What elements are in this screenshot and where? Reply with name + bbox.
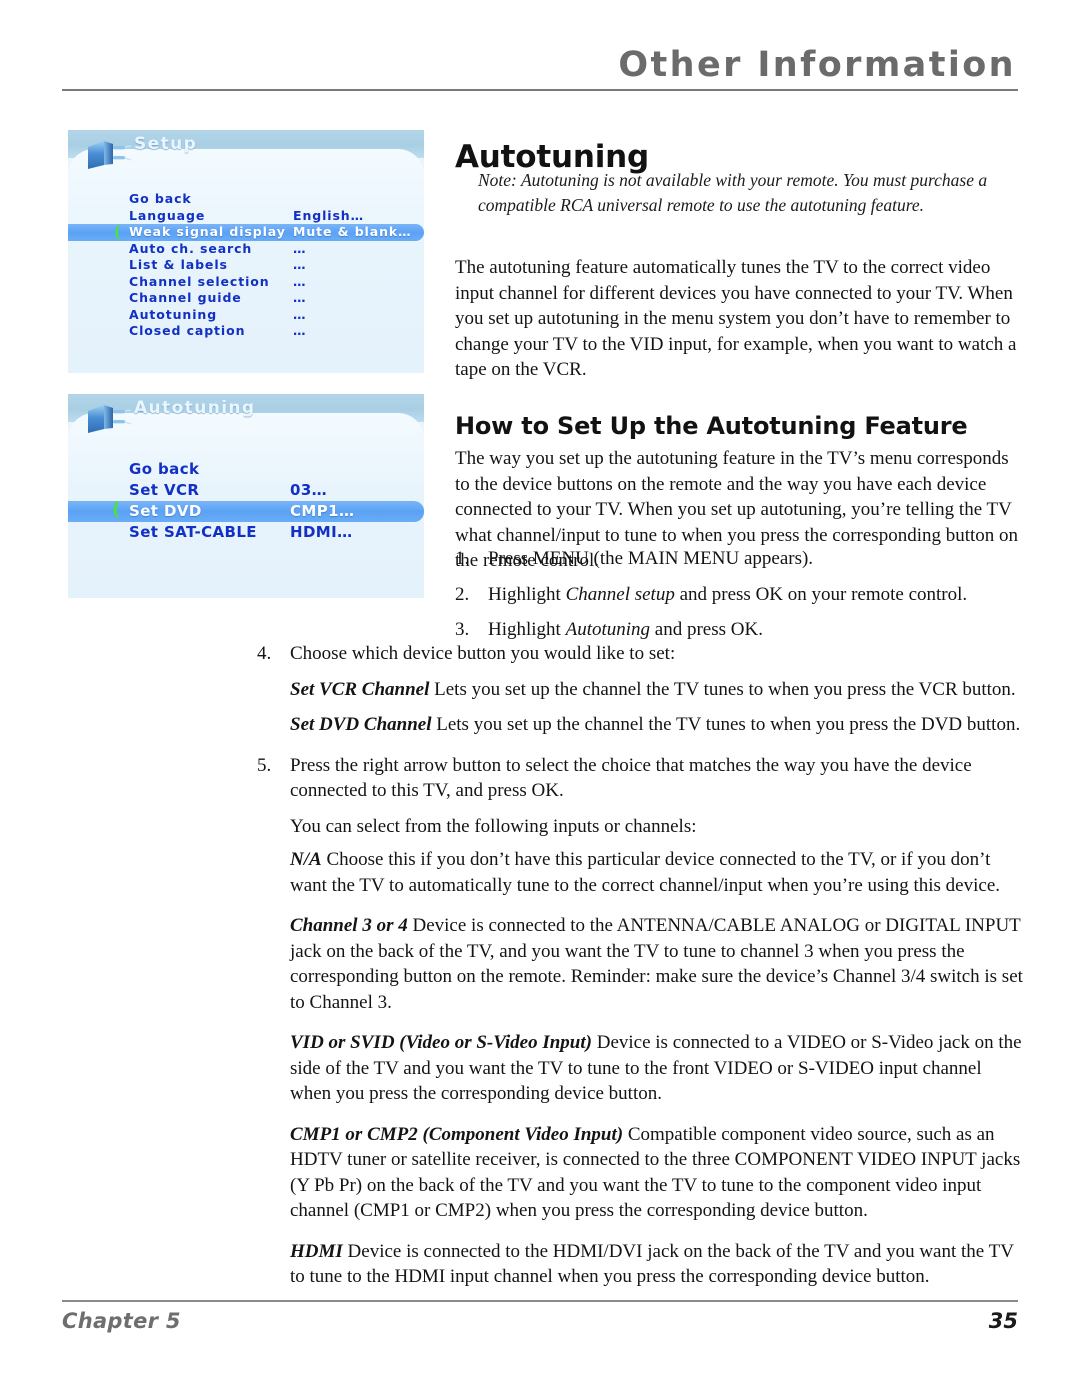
- osd-row-label: Set DVD: [129, 502, 202, 520]
- osd-row-label: Autotuning: [129, 306, 218, 322]
- osd-menu-setup: Setup Go back Language English… ( Weak s…: [68, 130, 424, 373]
- step-text-a: Highlight: [488, 619, 566, 640]
- osd-row-value: English…: [293, 207, 364, 223]
- step-item: 3. Highlight Autotuning and press OK.: [455, 617, 1023, 643]
- osd-autotuning-body: Go back Set VCR 03… ( Set DVD CMP1… Set …: [68, 413, 424, 598]
- osd-row-label: List & labels: [129, 257, 228, 272]
- osd-row[interactable]: Channel selection …: [68, 274, 424, 291]
- step-item: 2. Highlight Channel setup and press OK o…: [455, 582, 1023, 608]
- selection-caret-icon: (: [112, 499, 121, 520]
- chapter-label: Chapter 5: [62, 1309, 181, 1333]
- osd-row-label: Closed caption: [129, 323, 246, 338]
- osd-row[interactable]: Go back: [68, 459, 424, 480]
- osd-row[interactable]: Set VCR 03…: [68, 480, 424, 501]
- osd-row-value: 03…: [290, 481, 328, 499]
- definition-set-dvd: Set DVD Channel Lets you set up the chan…: [290, 712, 1023, 738]
- footer-divider: [62, 1300, 1018, 1302]
- step-emphasis: Autotuning: [565, 619, 651, 640]
- selection-caret-icon: (: [114, 223, 122, 241]
- definition-text: Device is connected to the HDMI/DVI jack…: [290, 1240, 1014, 1288]
- osd-row[interactable]: Set SAT-CABLE HDMI…: [68, 522, 424, 543]
- step-number: 1.: [455, 548, 470, 569]
- osd-row[interactable]: Autotuning …: [68, 307, 424, 324]
- osd-row-value: …: [293, 240, 307, 256]
- osd-row-value: …: [293, 257, 307, 272]
- definition-term: Set VCR Channel: [290, 678, 430, 700]
- definition-term: Channel 3 or 4: [290, 915, 408, 936]
- step-number: 3.: [455, 619, 470, 640]
- definition-text: Choose this if you don’t have this parti…: [290, 849, 1001, 896]
- page-footer: Chapter 5 35: [62, 1300, 1018, 1333]
- plug-icon: [82, 399, 134, 439]
- selection-highlight: [68, 501, 424, 522]
- osd-row[interactable]: List & labels …: [68, 257, 424, 274]
- definition-channel-3-or-4: Channel 3 or 4 Device is connected to th…: [290, 913, 1023, 1015]
- step-emphasis: Channel setup: [565, 583, 675, 605]
- step-item: 4. Choose which device button you would l…: [257, 641, 1023, 667]
- definition-text: Lets you set up the channel the TV tunes…: [429, 678, 1016, 700]
- step-item: 5. Press the right arrow button to select…: [257, 753, 1023, 804]
- osd-row-label: Weak signal display: [129, 224, 286, 239]
- osd-row[interactable]: Auto ch. search …: [68, 241, 424, 258]
- steps-list-lower: 4. Choose which device button you would l…: [257, 641, 1023, 1300]
- section-heading: How to Set Up the Autotuning Feature: [455, 411, 968, 440]
- note-text: Note: Autotuning is not available with y…: [478, 170, 988, 215]
- osd-row-label: Go back: [129, 191, 192, 206]
- osd-row-value: Mute & blank…: [293, 224, 412, 239]
- osd-row-label: Auto ch. search: [129, 240, 253, 256]
- definition-text: Lets you set up the channel the TV tunes…: [431, 714, 1021, 735]
- step-text: Press MENU (the MAIN MENU appears).: [488, 548, 814, 569]
- osd-row-selected[interactable]: ( Weak signal display Mute & blank…: [68, 224, 424, 241]
- step-number: 4.: [257, 643, 272, 664]
- osd-setup-title: Setup: [134, 134, 198, 154]
- step-number: 2.: [455, 583, 470, 605]
- osd-row[interactable]: Closed caption …: [68, 323, 424, 340]
- definition-term: VID or SVID (Video or S-Video Input): [290, 1032, 592, 1053]
- step-number: 5.: [257, 754, 272, 776]
- osd-row-selected[interactable]: ( Set DVD CMP1…: [68, 501, 424, 522]
- osd-setup-body: Go back Language English… ( Weak signal …: [68, 149, 424, 373]
- definition-term: N/A: [290, 849, 322, 870]
- plug-icon: [82, 135, 134, 175]
- osd-row-label: Channel guide: [129, 290, 242, 305]
- osd-menu-autotuning: Autotuning Go back Set VCR 03… ( Set DVD…: [68, 394, 424, 598]
- steps-list-upper: 1. Press MENU (the MAIN MENU appears). 2.…: [455, 546, 1023, 653]
- definition-term: Set DVD Channel: [290, 714, 432, 735]
- osd-row-value: CMP1…: [290, 502, 355, 520]
- osd-row-label: Channel selection: [129, 273, 270, 289]
- osd-row[interactable]: Go back: [68, 191, 424, 208]
- osd-row-label: Go back: [129, 460, 200, 478]
- osd-row-label: Language: [129, 207, 206, 223]
- definition-term: HDMI: [290, 1240, 343, 1262]
- osd-row-label: Set SAT-CABLE: [129, 523, 257, 541]
- page-header: Other Information: [62, 48, 1018, 91]
- step-text-b: and press OK on your remote control.: [674, 583, 968, 605]
- osd-autotuning-title: Autotuning: [134, 398, 256, 418]
- page-number: 35: [988, 1309, 1018, 1333]
- osd-row-value: …: [293, 273, 307, 289]
- osd-row[interactable]: Language English…: [68, 208, 424, 225]
- definition-vid-svid: VID or SVID (Video or S-Video Input) Dev…: [290, 1030, 1023, 1107]
- step-item: 1. Press MENU (the MAIN MENU appears).: [455, 546, 1023, 572]
- step-text-a: Highlight: [488, 583, 566, 605]
- step-text: Choose which device button you would lik…: [290, 643, 676, 664]
- osd-row-value: …: [293, 306, 307, 322]
- osd-row[interactable]: Channel guide …: [68, 290, 424, 307]
- inputs-lead-text: You can select from the following inputs…: [290, 815, 697, 837]
- step-text: Press the right arrow button to select t…: [290, 754, 972, 802]
- step-text-b: and press OK.: [650, 619, 763, 640]
- definition-term: CMP1 or CMP2 (Component Video Input): [290, 1123, 624, 1145]
- definition-hdmi: HDMI Device is connected to the HDMI/DVI…: [290, 1239, 1023, 1290]
- definition-na: N/A Choose this if you don’t have this p…: [290, 847, 1023, 898]
- intro-paragraph: The autotuning feature automatically tun…: [455, 257, 1017, 380]
- osd-row-label: Set VCR: [129, 481, 200, 499]
- definition-cmp1-cmp2: CMP1 or CMP2 (Component Video Input) Com…: [290, 1122, 1023, 1224]
- osd-row-value: …: [293, 323, 307, 338]
- page-header-title: Other Information: [618, 45, 1016, 85]
- osd-row-value: HDMI…: [290, 523, 353, 541]
- osd-row-value: …: [293, 290, 307, 305]
- header-divider: [62, 89, 1018, 91]
- definition-set-vcr: Set VCR Channel Lets you set up the chan…: [290, 677, 1023, 703]
